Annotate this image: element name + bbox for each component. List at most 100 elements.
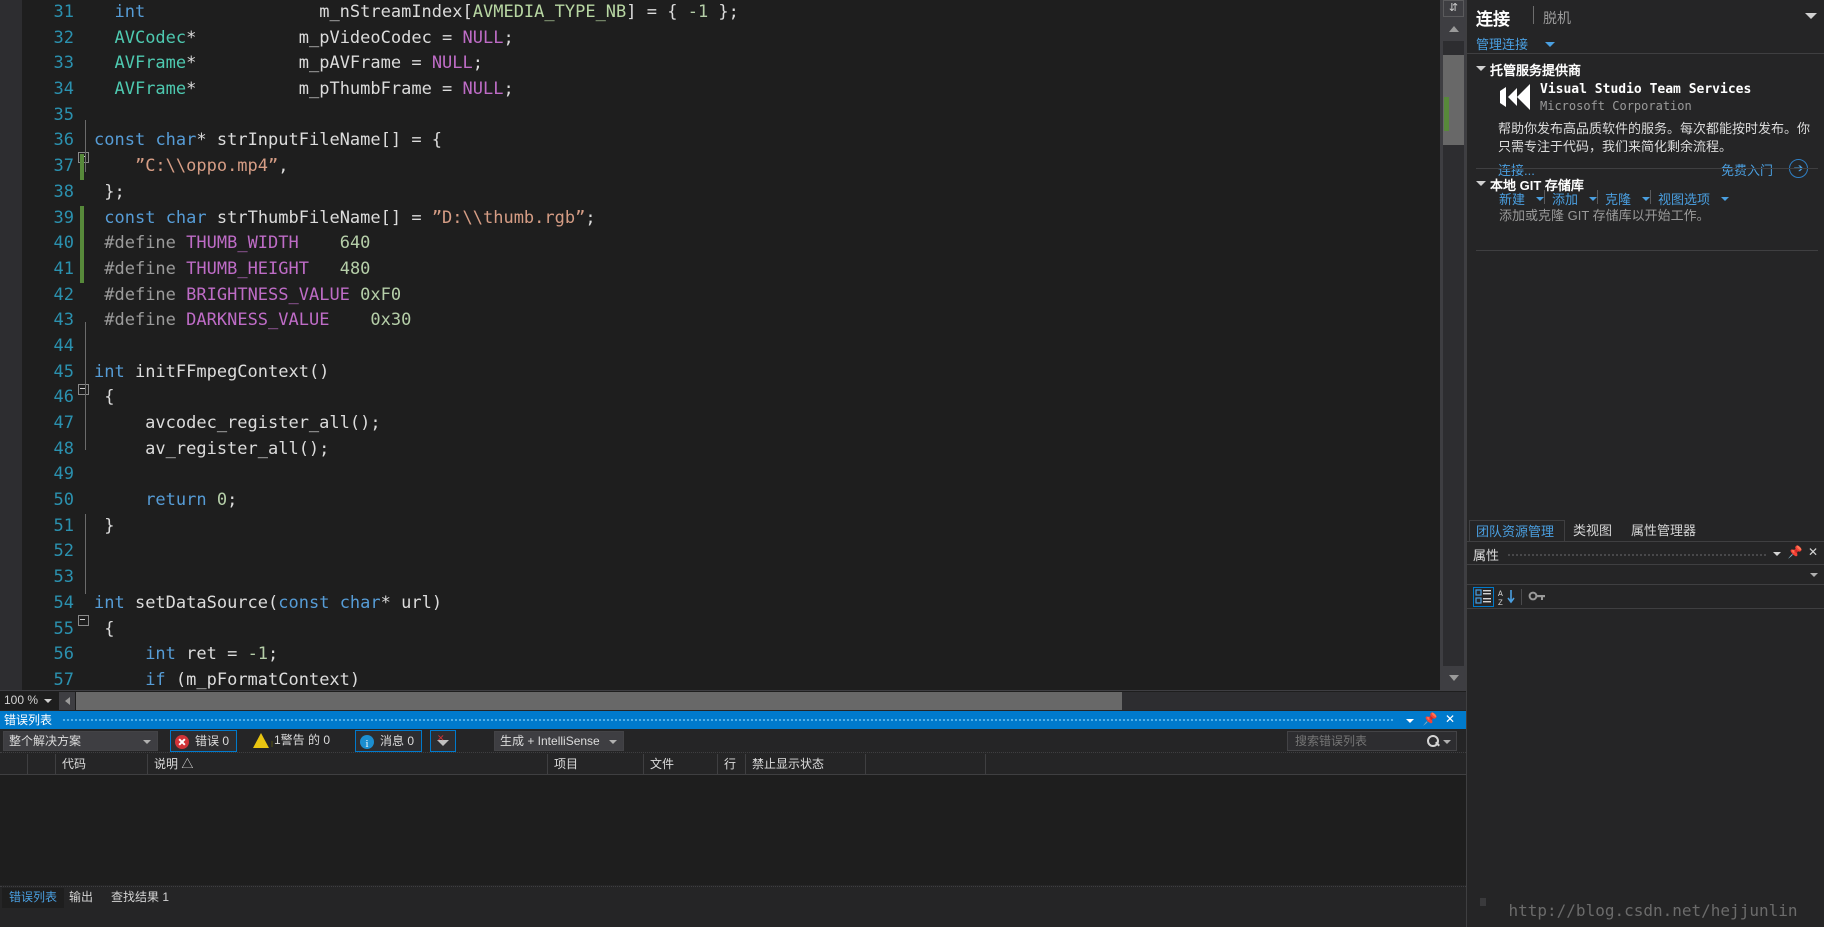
code-lines-container[interactable]: 31 int m_nStreamIndex[AVMEDIA_TYPE_NB] =… <box>22 0 1440 690</box>
property-pages-icon[interactable] <box>1527 587 1548 607</box>
chevron-down-icon[interactable] <box>1545 42 1555 47</box>
code-line[interactable]: 52 <box>22 539 1440 565</box>
code-token: #define <box>104 310 176 331</box>
right-panel-tab[interactable]: 属性管理器 <box>1625 520 1709 541</box>
code-line[interactable]: 57 if (m_pFormatContext) <box>22 668 1440 690</box>
editor-vertical-scrollbar[interactable]: ⇵ <box>1440 0 1466 690</box>
manage-connections-link[interactable]: 管理连接 <box>1476 34 1528 53</box>
line-number: 47 <box>53 413 74 433</box>
bottom-dock-tabs[interactable]: 错误列表 输出 查找结果 1 <box>0 886 1466 908</box>
column-header[interactable] <box>0 754 28 774</box>
dock-tab-inactive[interactable]: 输出 <box>62 888 100 908</box>
warnings-toggle-button[interactable]: 1警告 的 0 <box>250 730 337 752</box>
team-explorer-dropdown-icon[interactable] <box>1805 13 1817 19</box>
column-header[interactable]: 文件 <box>644 754 718 774</box>
code-editor[interactable]: 31 int m_nStreamIndex[AVMEDIA_TYPE_NB] =… <box>0 0 1466 690</box>
hscrollbar-thumb[interactable] <box>76 692 1122 710</box>
code-line[interactable]: 55 { <box>22 617 1440 643</box>
build-source-combo[interactable]: 生成 + IntelliSense <box>494 731 624 751</box>
errors-toggle-button[interactable]: 错误 0 <box>170 730 238 752</box>
column-header[interactable] <box>866 754 986 774</box>
code-line[interactable]: 51 } <box>22 514 1440 540</box>
expander-triangle-icon[interactable] <box>1476 181 1486 186</box>
alphabetical-sort-icon[interactable]: A Z <box>1497 587 1518 608</box>
code-token: }; <box>94 181 125 202</box>
expander-triangle-icon[interactable] <box>1476 66 1486 71</box>
code-line[interactable]: 32 AVCodec* m_pVideoCodec = NULL; <box>22 26 1440 52</box>
code-line[interactable]: 53 <box>22 565 1440 591</box>
chevron-down-icon[interactable] <box>1589 197 1597 201</box>
scope-filter-combo[interactable]: 整个解决方案 <box>3 731 158 751</box>
scroll-down-arrow-icon[interactable] <box>1443 668 1464 688</box>
error-list-rows[interactable] <box>0 775 1466 885</box>
split-view-icon[interactable]: ⇵ <box>1443 0 1464 17</box>
code-line[interactable]: 54 int setDataSource(const char* url) <box>22 591 1440 626</box>
properties-object-selector[interactable] <box>1467 565 1824 585</box>
chevron-down-icon[interactable] <box>1443 740 1451 744</box>
chevron-down-icon[interactable] <box>1642 197 1650 201</box>
code-line[interactable]: 34 AVFrame* m_pThumbFrame = NULL; <box>22 77 1440 103</box>
scroll-left-arrow-icon[interactable] <box>59 692 75 710</box>
chevron-down-icon[interactable] <box>1536 197 1544 201</box>
column-header[interactable]: 项目 <box>548 754 644 774</box>
dock-tab-inactive[interactable]: 查找结果 1 <box>104 888 176 908</box>
clear-filter-button[interactable] <box>430 730 456 752</box>
code-line[interactable]: 40 #define THUMB_WIDTH 640 <box>22 231 1440 257</box>
panel-dropdown-icon[interactable] <box>1769 545 1785 561</box>
chevron-down-icon[interactable] <box>1810 573 1818 577</box>
code-line[interactable]: 44 <box>22 334 1440 360</box>
column-header[interactable]: 说明 △ <box>148 754 548 774</box>
column-header[interactable]: 禁止显示状态 <box>746 754 866 774</box>
panel-dropdown-icon[interactable] <box>1402 712 1418 728</box>
code-line[interactable]: 46 { <box>22 385 1440 411</box>
code-line[interactable]: 48 av_register_all(); <box>22 437 1440 463</box>
error-list-search-box[interactable] <box>1287 731 1457 751</box>
code-line[interactable]: 37 ”C:\\oppo.mp4”, <box>22 154 1440 180</box>
column-header[interactable]: 行 <box>718 754 746 774</box>
code-line[interactable]: 50 return 0; <box>22 488 1440 514</box>
close-icon[interactable]: ✕ <box>1805 545 1821 561</box>
close-icon[interactable]: ✕ <box>1442 712 1458 728</box>
code-line[interactable]: 41 #define THUMB_HEIGHT 480 <box>22 256 1440 283</box>
chevron-down-icon[interactable] <box>1721 197 1729 201</box>
right-panel-tabs[interactable]: 团队资源管理器类视图属性管理器 <box>1467 520 1824 560</box>
column-header[interactable] <box>28 754 56 774</box>
scroll-up-arrow-icon[interactable] <box>1443 19 1464 39</box>
column-header[interactable]: 代码 <box>56 754 148 774</box>
right-panel-tab[interactable]: 团队资源管理器 <box>1469 520 1565 560</box>
code-line[interactable]: 42 #define BRIGHTNESS_VALUE 0xF0 <box>22 283 1440 309</box>
search-icon[interactable] <box>1426 734 1440 748</box>
pin-icon[interactable]: 📌 <box>1422 712 1438 728</box>
properties-titlebar: 属性 📌 ✕ <box>1467 542 1824 565</box>
zoom-level-combo[interactable]: 100 % <box>0 691 58 710</box>
code-line[interactable]: 56 int ret = -1; <box>22 642 1440 668</box>
error-list-column-headers[interactable]: 代码 说明 △ 项目 文件行禁止显示状态 <box>0 754 1466 775</box>
code-line[interactable]: 43 #define DARKNESS_VALUE 0x30 <box>22 308 1440 334</box>
indent-guide <box>85 322 86 450</box>
code-line[interactable]: 38 }; <box>22 180 1440 206</box>
team-explorer-toolbar: 管理连接 <box>1467 32 1824 54</box>
line-number: 48 <box>53 438 74 459</box>
properties-grid[interactable] <box>1467 609 1824 887</box>
search-input[interactable] <box>1293 732 1424 750</box>
messages-toggle-button[interactable]: 消息 0 <box>355 730 423 755</box>
code-line[interactable]: 39 const char strThumbFileName[] = ”D:\\… <box>22 205 1440 232</box>
right-panel-tab[interactable]: 类视图 <box>1567 520 1623 541</box>
filter-clear-icon <box>436 731 450 749</box>
get-started-link[interactable]: 免费入门 <box>1721 160 1773 179</box>
code-line[interactable]: 47 avcodec_register_all(); <box>22 411 1440 437</box>
code-line[interactable]: 49 <box>22 462 1440 488</box>
dock-tab-active[interactable]: 错误列表 <box>2 888 65 908</box>
code-line[interactable]: 33 AVFrame* m_pAVFrame = NULL; <box>22 51 1440 77</box>
editor-horizontal-scrollbar[interactable] <box>76 692 1466 710</box>
code-line[interactable]: 36 const char* strInputFileName[] = { <box>22 128 1440 164</box>
code-line[interactable]: 31 int m_nStreamIndex[AVMEDIA_TYPE_NB] =… <box>22 0 1440 26</box>
categorized-view-icon[interactable] <box>1473 587 1494 607</box>
code-line[interactable]: 45 int initFFmpegContext() <box>22 360 1440 395</box>
code-line[interactable]: 35 <box>22 103 1440 129</box>
pin-icon[interactable]: 📌 <box>1787 545 1803 561</box>
